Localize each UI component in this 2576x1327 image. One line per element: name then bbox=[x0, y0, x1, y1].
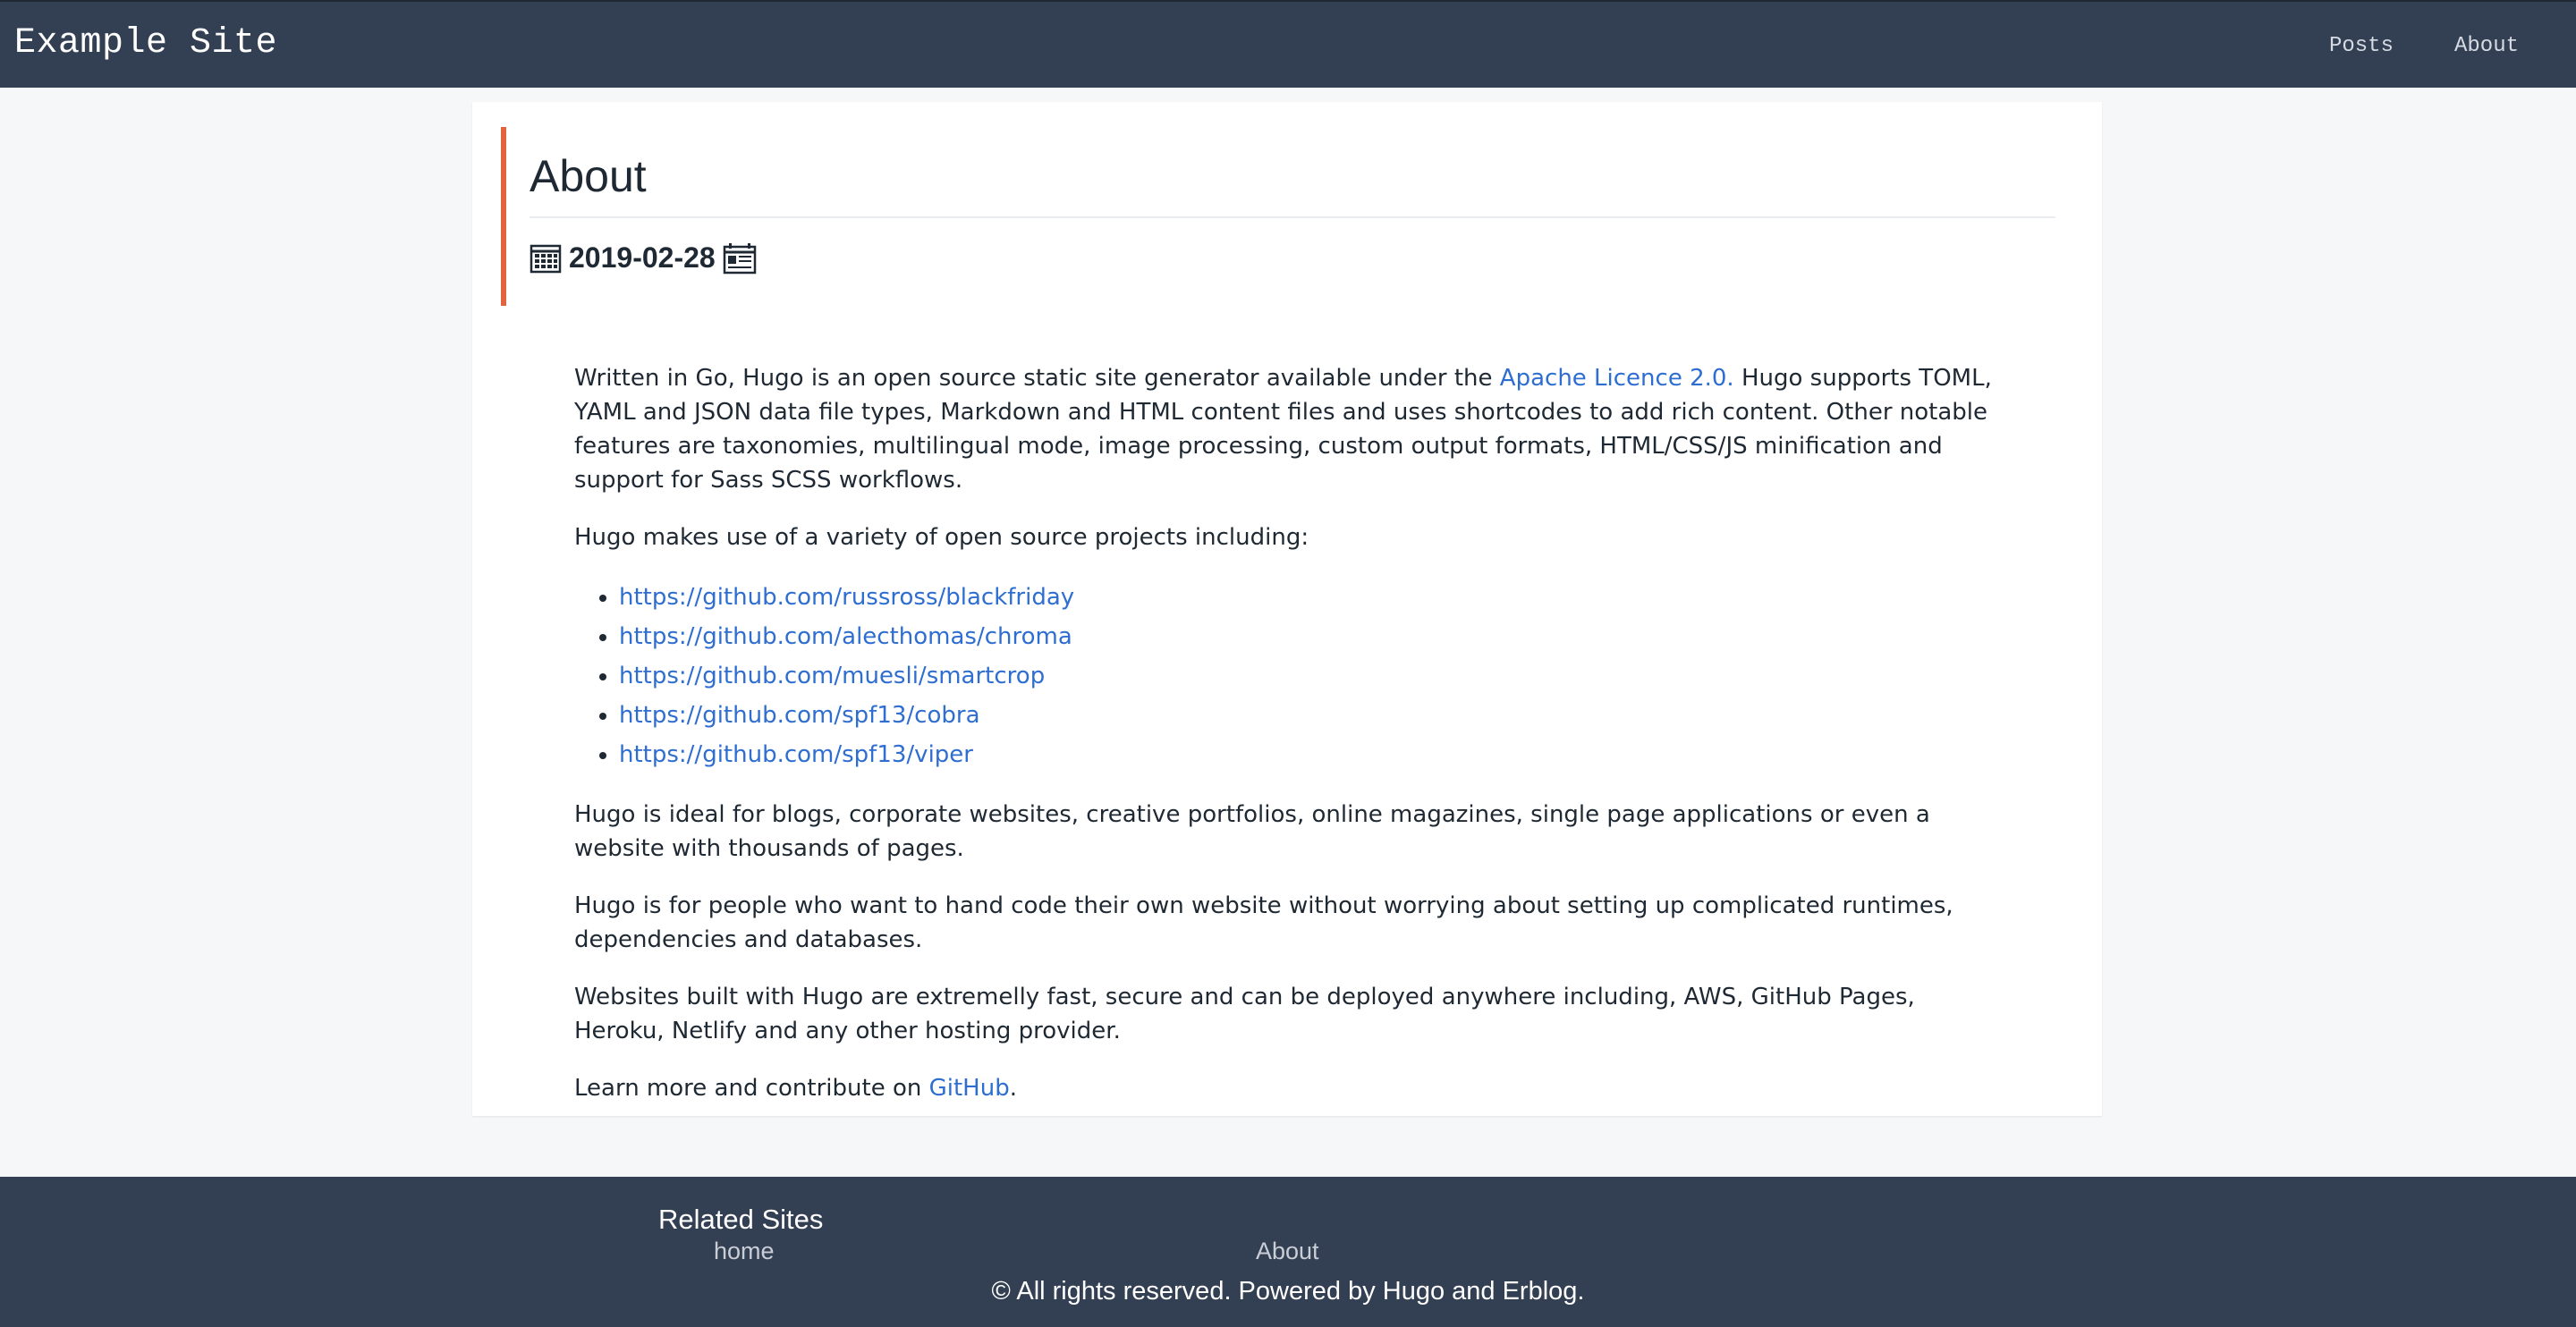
project-link-smartcrop[interactable]: https://github.com/muesli/smartcrop bbox=[619, 663, 1045, 689]
post-card: About 2019-02-28 Written in Go, Hugo is … bbox=[472, 102, 2102, 1116]
learn-more-period: . bbox=[1009, 1075, 1017, 1102]
list-item: https://github.com/spf13/cobra bbox=[619, 696, 2005, 735]
project-link-chroma[interactable]: https://github.com/alecthomas/chroma bbox=[619, 623, 1072, 650]
list-item: https://github.com/spf13/viper bbox=[619, 735, 2005, 774]
related-sites-heading: Related Sites bbox=[658, 1204, 824, 1235]
post-date: 2019-02-28 bbox=[569, 241, 716, 274]
people-paragraph: Hugo is for people who want to hand code… bbox=[574, 892, 1953, 953]
post-header: About 2019-02-28 bbox=[501, 127, 2063, 306]
learn-more-paragraph: Learn more and contribute on GitHub. bbox=[574, 1071, 2005, 1105]
page-title: About bbox=[530, 151, 647, 201]
title-divider bbox=[530, 216, 2055, 218]
site-footer: Related Sites home About © All rights re… bbox=[0, 1177, 2576, 1327]
site-header: Example Site Posts About bbox=[0, 0, 2576, 88]
news-icon bbox=[723, 242, 757, 275]
project-link-cobra[interactable]: https://github.com/spf13/cobra bbox=[619, 702, 980, 729]
fast-paragraph: Websites built with Hugo are extremelly … bbox=[574, 984, 1915, 1044]
nav-link-posts[interactable]: Posts bbox=[2301, 34, 2426, 58]
intro-text: Written in Go, Hugo is an open source st… bbox=[574, 365, 1500, 392]
ideal-paragraph: Hugo is ideal for blogs, corporate websi… bbox=[574, 801, 1930, 862]
copyright-text: © All rights reserved. Powered by Hugo a… bbox=[991, 1277, 1585, 1306]
post-meta: 2019-02-28 bbox=[530, 241, 757, 275]
github-link[interactable]: GitHub bbox=[929, 1075, 1010, 1102]
projects-list: https://github.com/russross/blackfriday … bbox=[574, 578, 2005, 774]
list-item: https://github.com/muesli/smartcrop bbox=[619, 656, 2005, 696]
footer-about-link[interactable]: About bbox=[1256, 1238, 1319, 1265]
project-link-blackfriday[interactable]: https://github.com/russross/blackfriday bbox=[619, 584, 1074, 611]
list-item: https://github.com/alecthomas/chroma bbox=[619, 617, 2005, 656]
list-item: https://github.com/russross/blackfriday bbox=[619, 578, 2005, 617]
project-link-viper[interactable]: https://github.com/spf13/viper bbox=[619, 741, 973, 768]
post-content: Written in Go, Hugo is an open source st… bbox=[574, 361, 2005, 1128]
top-nav: Posts About bbox=[2301, 2, 2576, 89]
nav-link-about[interactable]: About bbox=[2426, 34, 2576, 58]
footer-home-link[interactable]: home bbox=[714, 1238, 775, 1265]
projects-intro: Hugo makes use of a variety of open sour… bbox=[574, 524, 1309, 551]
site-brand-link[interactable]: Example Site bbox=[14, 23, 277, 63]
apache-licence-link[interactable]: Apache Licence 2.0. bbox=[1500, 365, 1734, 392]
calendar-icon bbox=[530, 243, 562, 274]
intro-paragraph: Written in Go, Hugo is an open source st… bbox=[574, 361, 2005, 497]
learn-more-text: Learn more and contribute on bbox=[574, 1075, 929, 1102]
